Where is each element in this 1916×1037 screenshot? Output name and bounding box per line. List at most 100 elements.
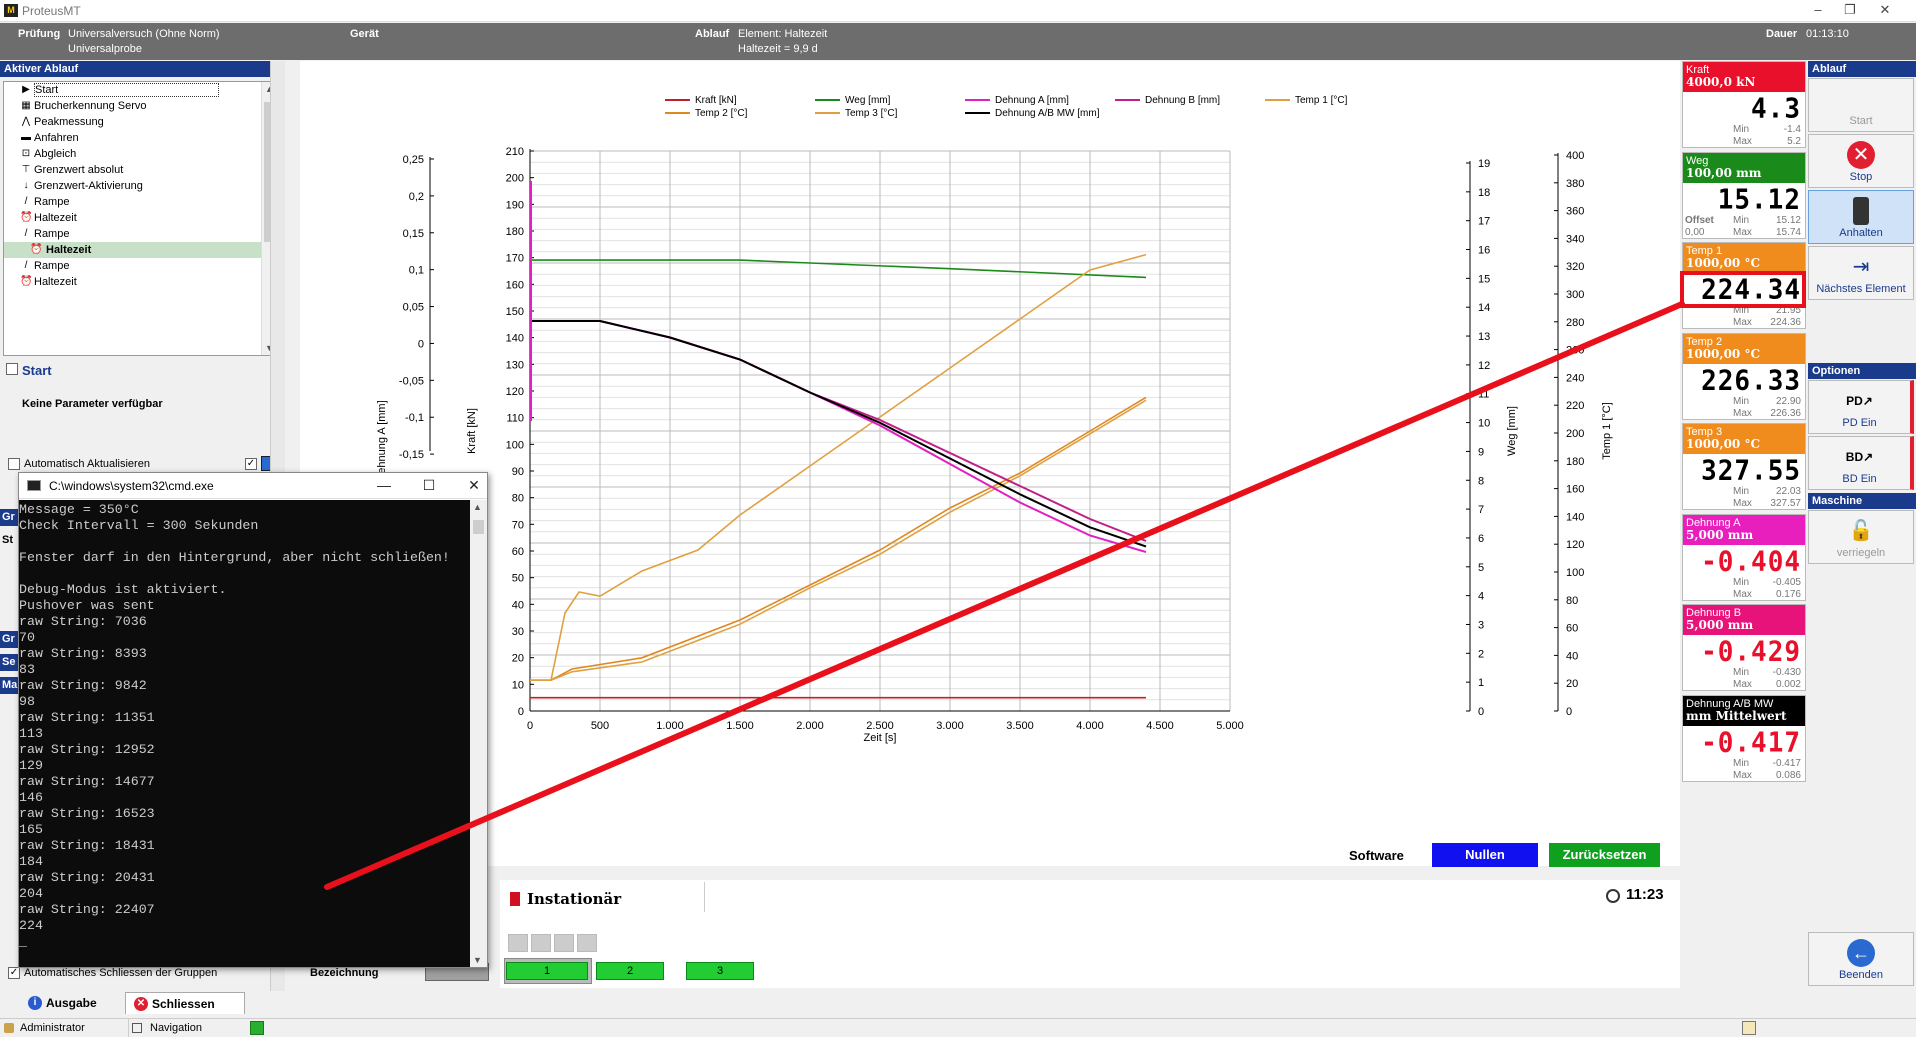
tree-item[interactable]: ▦ Brucherkennung Servo [4, 98, 277, 114]
cmd-scrollbar[interactable]: ▲ ▼ [470, 500, 487, 967]
group-button-1[interactable]: 1 [506, 962, 588, 980]
pd-button[interactable]: PD↗ PD Ein [1808, 380, 1914, 434]
measurement-box[interactable]: Temp 3 1000,00 °C 327.55 Min 22.03 Max 327.57 [1682, 423, 1806, 510]
flag-icon [510, 892, 520, 906]
cmd-scroll-down-icon[interactable]: ▼ [473, 955, 482, 965]
tree-item[interactable]: / Rampe [4, 194, 277, 210]
cmd-close-button[interactable]: ✕ [459, 477, 489, 494]
cmd-line: 70 [19, 630, 35, 645]
tab-schliessen[interactable]: ✕ Schliessen [125, 992, 245, 1014]
group-header-fragment[interactable]: Gr [0, 509, 20, 526]
beenden-button[interactable]: ← Beenden [1808, 932, 1914, 986]
x-axis-label: Zeit [s] [863, 732, 896, 744]
y-tick-label: 6 [1478, 533, 1484, 545]
tree-item[interactable]: ⊤ Grenzwert absolut [4, 162, 277, 178]
start-checkbox[interactable] [6, 363, 18, 375]
y-tick-label: 280 [1566, 317, 1584, 329]
measurement-value: -0.429 [1701, 636, 1801, 668]
series-line [530, 320, 1147, 548]
cmd-minimize-button[interactable]: — [369, 477, 399, 493]
auto-update-checkbox[interactable] [8, 458, 20, 470]
anhalten-button[interactable]: Anhalten [1808, 190, 1914, 244]
cmd-window[interactable]: C:\windows\system32\cmd.exe — ☐ ✕ Messag… [18, 472, 488, 968]
y-tick-label: 150 [506, 306, 524, 318]
cmd-output[interactable]: Message = 350°C Check Intervall = 300 Sek… [19, 500, 471, 967]
instationaer-panel: Instationär 11:23 [500, 880, 1680, 988]
measurement-box[interactable]: Temp 1 1000,00 °C 224.34 Min 21.95 Max 224.36 [1682, 242, 1806, 329]
pruefung-value: Universalversuch (Ohne Norm) [68, 28, 220, 40]
clock-icon [1606, 889, 1620, 903]
cmd-maximize-button[interactable]: ☐ [414, 477, 444, 494]
measurement-box[interactable]: Dehnung A/B MW mm Mittelwert -0.417 Min -0.4… [1682, 694, 1806, 782]
max-label: Max [1733, 407, 1752, 419]
clipboard-icon[interactable] [1742, 1021, 1756, 1035]
measurement-range: 1000,00 °C [1686, 437, 1761, 451]
tree-item[interactable]: ⏰ Haltezeit [4, 274, 277, 290]
legend-item: Dehnung A/B MW [mm] [995, 108, 1100, 119]
group-slot-4[interactable] [577, 934, 597, 952]
tree-item[interactable]: ↓ Grenzwert-Aktivierung [4, 178, 277, 194]
tree-item[interactable]: ⊡ Abgleich [4, 146, 277, 162]
sequence-tree[interactable]: ▶ Start ▦ Brucherkennung Servo ⋀ Peakmessung ▬… [3, 81, 278, 356]
measurement-box[interactable]: Temp 2 1000,00 °C 226.33 Min 22.90 Max 226.36 [1682, 332, 1806, 420]
max-value: 226.36 [1770, 407, 1801, 419]
max-value: 15.74 [1775, 226, 1801, 238]
stop-icon: ✕ [1847, 141, 1875, 169]
start-button[interactable]: Start [1808, 78, 1914, 132]
tree-item[interactable]: ⋀ Peakmessung [4, 114, 277, 130]
restore-button[interactable]: ❐ [1835, 2, 1865, 20]
group-header-fragment[interactable]: Ma [0, 677, 20, 694]
stop-button[interactable]: ✕ Stop [1808, 134, 1914, 188]
y-tick-label: 10 [1478, 418, 1490, 430]
nullen-button[interactable]: Nullen [1432, 843, 1538, 867]
group-header-fragment[interactable]: Se [0, 654, 20, 671]
cmd-line: Debug-Modus ist aktiviert. [19, 582, 227, 597]
measurement-box[interactable]: Kraft 4000,0 kN 4.3 Min -1.4 Max 5.2 [1682, 61, 1806, 148]
tree-item[interactable]: ▬ Anfahren [4, 130, 277, 146]
measurement-box[interactable]: Weg 100,00 mm 15.12 Min 15.12 Max 15.74 Offset 0… [1682, 151, 1806, 239]
cmd-scroll-up-icon[interactable]: ▲ [473, 502, 482, 512]
max-value: 0.176 [1775, 588, 1801, 600]
group-button-2[interactable]: 2 [596, 962, 664, 980]
verriegeln-button[interactable]: 🔓 verriegeln [1808, 510, 1914, 564]
min-value: -0.405 [1772, 576, 1801, 588]
next-element-button[interactable]: ⇥ Nächstes Element [1808, 246, 1914, 300]
tab-ausgabe[interactable]: i Ausgabe [20, 992, 120, 1014]
tree-item[interactable]: ⏰ Haltezeit [4, 210, 277, 226]
zuruecksetzen-button[interactable]: Zurücksetzen [1549, 843, 1660, 867]
cmd-line: raw String: 16523 [19, 806, 155, 821]
close-button[interactable]: ✕ [1870, 2, 1900, 20]
cmd-line: Check Intervall = 300 Sekunden [19, 518, 259, 533]
y-tick-label: 9 [1478, 446, 1484, 458]
group-slot-3[interactable] [554, 934, 574, 952]
tree-item[interactable]: ⏰ Haltezeit [4, 242, 277, 258]
group-header-fragment[interactable]: Gr [0, 631, 20, 648]
lock-icon: 🔓 [1848, 520, 1874, 542]
group-header-fragment[interactable]: St [0, 532, 20, 549]
group-button-3[interactable]: 3 [686, 962, 754, 980]
tree-item[interactable]: ▶ Start [4, 82, 277, 98]
min-label: Min [1733, 305, 1750, 316]
y-tick-label: 0,1 [409, 265, 424, 277]
y-tick-label: 100 [506, 439, 524, 451]
x-tick-label: 3.000 [936, 720, 964, 732]
tree-item-label: Haltezeit [34, 212, 77, 224]
auto-close-checkbox[interactable]: ✓ [8, 967, 20, 979]
y-tick-label: 120 [506, 386, 524, 398]
cmd-scrollbar-thumb[interactable] [473, 520, 484, 534]
tree-item[interactable]: / Rampe [4, 258, 277, 274]
cmd-titlebar[interactable]: C:\windows\system32\cmd.exe — ☐ ✕ [19, 473, 487, 499]
dauer-label: Dauer [1766, 28, 1798, 40]
y-tick-label: 140 [506, 333, 524, 345]
group-slot-1[interactable] [508, 934, 528, 952]
ablauf-label: Ablauf [695, 28, 730, 40]
y-tick-label: 30 [512, 626, 524, 638]
tree-item[interactable]: / Rampe [4, 226, 277, 242]
apply-checkbox[interactable]: ✓ [245, 458, 257, 470]
bd-button[interactable]: BD↗ BD Ein [1808, 436, 1914, 490]
minimize-button[interactable]: – [1803, 2, 1833, 20]
measurement-box[interactable]: Dehnung B 5,000 mm -0.429 Min -0.430 Max 0.002 [1682, 604, 1806, 691]
measurement-box[interactable]: Dehnung A 5,000 mm -0.404 Min -0.405 Max 0.176 [1682, 513, 1806, 601]
group-slot-2[interactable] [531, 934, 551, 952]
test-info-header: Prüfung Universalversuch (Ohne Norm) Uni… [0, 23, 1916, 60]
